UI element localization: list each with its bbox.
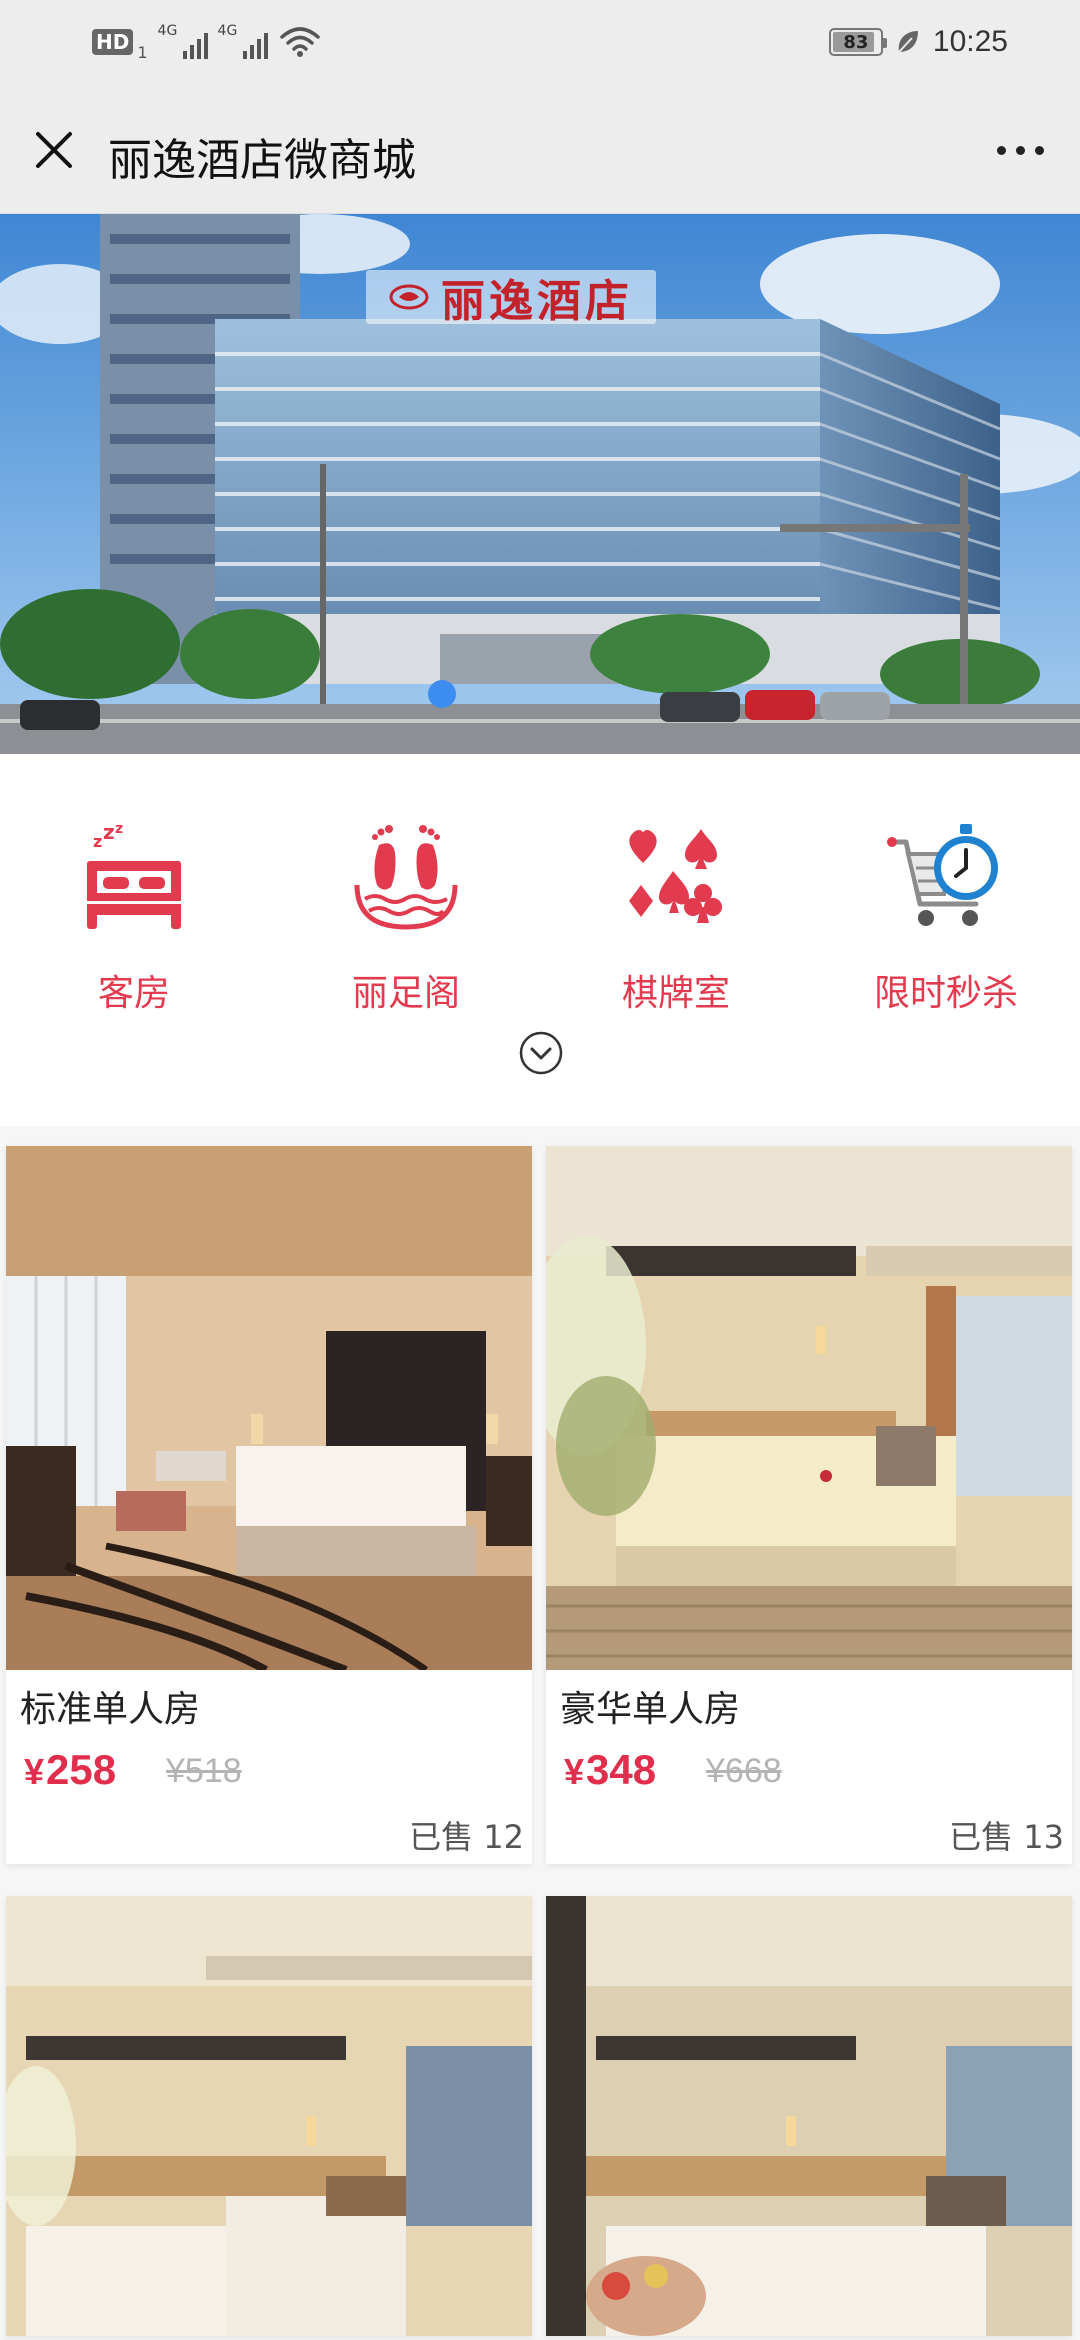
- sold-count: 已售 13: [949, 1818, 1064, 1856]
- network-type-label: 4G: [157, 23, 178, 39]
- title-bar: 丽逸酒店微商城: [0, 84, 1080, 214]
- more-dot-icon: [1034, 145, 1044, 155]
- svg-text:z: z: [103, 823, 115, 844]
- hotel-sign-text: 丽逸酒店: [441, 276, 633, 327]
- close-icon: [36, 132, 72, 168]
- expand-categories-icon[interactable]: [518, 1030, 564, 1076]
- cards-icon: [629, 829, 722, 923]
- category-rooms[interactable]: z z z 客房: [24, 818, 244, 1028]
- foot-spa-icon: [354, 825, 458, 930]
- wifi-icon: [279, 27, 320, 57]
- product-photo: [6, 1146, 532, 1670]
- currency-symbol: ¥: [24, 1751, 45, 1792]
- original-price: ¥518: [166, 1752, 242, 1790]
- currency-symbol: ¥: [564, 1751, 585, 1792]
- category-nav: z z z 客房 丽足阁 棋牌室 限时秒杀: [0, 754, 1080, 1126]
- product-photo: [546, 1146, 1072, 1670]
- product-price: ¥258: [24, 1746, 116, 1794]
- battery-icon: 83: [828, 28, 887, 56]
- product-card[interactable]: 豪华单人房 ¥348 ¥668 已售 13: [546, 1146, 1072, 1864]
- price-value: 258: [46, 1746, 117, 1793]
- twin-room-image: [6, 1896, 532, 2336]
- more-options-button[interactable]: [988, 128, 1052, 172]
- product-price: ¥348: [564, 1746, 656, 1794]
- network-type-label-2: 4G: [217, 23, 238, 39]
- category-label: 丽足阁: [351, 973, 460, 1014]
- category-label: 棋牌室: [621, 973, 730, 1014]
- power-saving-leaf-icon: [898, 31, 918, 53]
- product-name: 豪华单人房: [560, 1689, 741, 1730]
- product-card[interactable]: [6, 1896, 532, 2336]
- product-photo: [6, 1896, 532, 2336]
- banner-carousel[interactable]: 丽逸酒店: [0, 214, 1080, 754]
- hotel-sign: 丽逸酒店: [366, 270, 656, 327]
- product-card[interactable]: 标准单人房 ¥258 ¥518 已售 12: [6, 1146, 532, 1864]
- carousel-indicator-dot[interactable]: [428, 680, 456, 708]
- status-time: 10:25: [932, 25, 1008, 58]
- page-title: 丽逸酒店微商城: [108, 135, 416, 186]
- more-dot-icon: [1015, 145, 1025, 155]
- bed-icon: z z z: [87, 823, 181, 929]
- twin-deluxe-room-image: [546, 1896, 1072, 2336]
- category-flash-sale[interactable]: 限时秒杀: [836, 818, 1056, 1028]
- hotel-logo-icon: [389, 284, 429, 310]
- status-left: HD 1 4G 4G: [92, 22, 322, 62]
- close-button[interactable]: [26, 122, 82, 178]
- category-card-room[interactable]: 棋牌室: [566, 818, 786, 1028]
- status-bar: HD 1 4G 4G 83 10:25: [0, 0, 1080, 84]
- product-card[interactable]: [546, 1896, 1072, 2336]
- price-value: 348: [586, 1746, 657, 1793]
- deluxe-room-image: [546, 1146, 1072, 1670]
- more-dot-icon: [996, 145, 1006, 155]
- sold-count: 已售 12: [409, 1818, 524, 1856]
- product-photo: [546, 1896, 1072, 2336]
- product-name: 标准单人房: [20, 1689, 201, 1730]
- status-right: 83 10:25: [828, 22, 1008, 62]
- category-foot-spa[interactable]: 丽足阁: [296, 818, 516, 1028]
- hd-voice-badge: HD: [92, 29, 134, 55]
- category-label: 限时秒杀: [873, 973, 1018, 1014]
- standard-room-image: [6, 1146, 532, 1670]
- category-label: 客房: [97, 973, 170, 1014]
- flash-sale-cart-icon: [887, 824, 998, 926]
- original-price: ¥668: [706, 1752, 782, 1790]
- signal-icon: 4G: [157, 23, 208, 59]
- svg-text:z: z: [93, 832, 102, 851]
- hd-sim-number: 1: [137, 43, 148, 62]
- battery-level: 83: [843, 31, 869, 53]
- signal-icon-2: 4G: [217, 23, 268, 59]
- svg-text:z: z: [115, 823, 123, 837]
